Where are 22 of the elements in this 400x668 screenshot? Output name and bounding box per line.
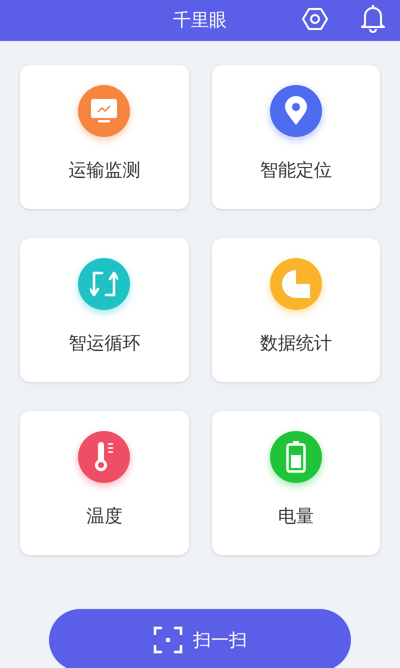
feature-card[interactable]: 智运循环	[20, 238, 188, 382]
feature-label: 智运循环	[68, 332, 140, 356]
settings-icon[interactable]	[302, 6, 328, 32]
app-title: 千里眼	[173, 9, 227, 33]
cycle-arrows-icon	[90, 269, 118, 299]
feature-card[interactable]: 运输监测	[20, 65, 188, 209]
feature-label: 运输监测	[68, 159, 140, 183]
feature-card[interactable]: 电量	[212, 411, 380, 555]
battery-icon	[286, 441, 306, 473]
scan-icon	[153, 626, 183, 654]
pie-chart-icon	[280, 268, 312, 300]
feature-label: 智能定位	[260, 159, 332, 183]
monitor-icon	[90, 98, 118, 124]
feature-card[interactable]: 温度	[20, 411, 188, 555]
feature-label: 温度	[86, 505, 122, 529]
feature-card[interactable]: 数据统计	[212, 238, 380, 382]
feature-label: 电量	[278, 505, 314, 529]
scan-button[interactable]: 扫一扫	[49, 609, 351, 668]
feature-card[interactable]: 智能定位	[212, 65, 380, 209]
notification-bell-icon[interactable]	[360, 3, 386, 33]
location-pin-icon	[284, 96, 308, 126]
feature-label: 数据统计	[260, 332, 332, 356]
